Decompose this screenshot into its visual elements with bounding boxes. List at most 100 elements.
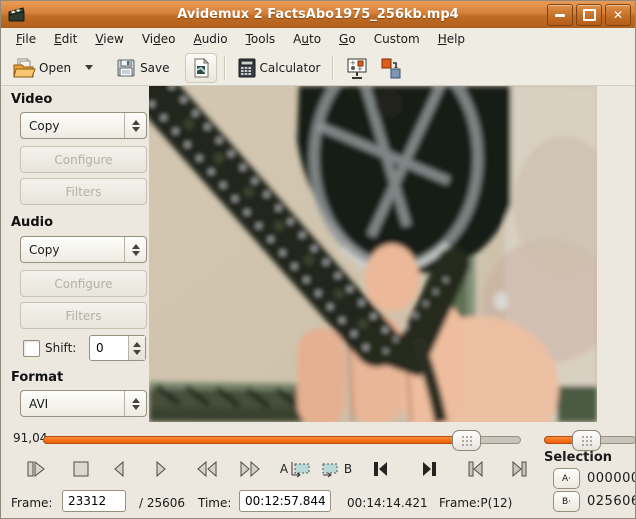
video-filters-label: Filters bbox=[66, 185, 102, 199]
save-button[interactable]: Save bbox=[110, 54, 174, 82]
joblist-button[interactable] bbox=[374, 53, 408, 83]
timeline-slider-handle[interactable] bbox=[452, 430, 481, 451]
frame-type-value: Frame:P(12) bbox=[439, 496, 512, 510]
video-configure-label: Configure bbox=[54, 153, 112, 167]
previous-keyframe-button[interactable] bbox=[460, 454, 492, 484]
spinner-arrows-icon bbox=[124, 113, 146, 138]
audio-filters-button[interactable]: Filters bbox=[20, 302, 147, 329]
file-information-button[interactable] bbox=[185, 53, 217, 83]
set-marker-b-button[interactable]: B bbox=[317, 454, 357, 484]
joblist-icon bbox=[379, 56, 403, 80]
time-label: Time: bbox=[198, 496, 231, 510]
video-frame-film-reel bbox=[149, 86, 597, 422]
spinner-arrows-icon bbox=[124, 237, 146, 262]
go-to-last-frame-button[interactable] bbox=[413, 454, 445, 484]
calculator-label: Calculator bbox=[260, 61, 321, 75]
open-folder-icon bbox=[12, 57, 36, 79]
fast-forward-button[interactable] bbox=[234, 454, 266, 484]
selection-a-glyph: A· bbox=[562, 474, 571, 484]
calculator-icon bbox=[237, 57, 257, 79]
preview-output-button[interactable]: + + bbox=[340, 53, 374, 83]
video-configure-button[interactable]: Configure bbox=[20, 146, 147, 173]
frame-total: / 25606 bbox=[139, 496, 185, 510]
save-floppy-icon bbox=[115, 57, 137, 79]
grip-dots-icon bbox=[581, 435, 592, 446]
fast-backward-button[interactable] bbox=[191, 454, 223, 484]
codec-panel: Video Copy Configure Filters Audio Copy … bbox=[1, 86, 149, 426]
next-keyframe-button[interactable] bbox=[503, 454, 535, 484]
preview-output-icon: + + bbox=[345, 56, 369, 80]
file-info-icon bbox=[191, 57, 211, 79]
time-input[interactable] bbox=[239, 490, 331, 512]
save-label: Save bbox=[140, 61, 169, 75]
audio-configure-button[interactable]: Configure bbox=[20, 270, 147, 297]
selection-b-glyph: B· bbox=[562, 497, 571, 507]
toolbar-separator bbox=[332, 56, 333, 80]
selection-b-value: 025606 bbox=[587, 494, 636, 509]
end-time-value: 00:14:14.421 bbox=[347, 496, 428, 510]
timeline-slider-fill bbox=[43, 436, 467, 444]
video-section-title: Video bbox=[11, 92, 52, 107]
spinner-arrows-icon bbox=[124, 391, 146, 416]
selection-set-a-button[interactable]: A· bbox=[553, 468, 580, 489]
format-select[interactable]: AVI bbox=[20, 390, 147, 417]
menu-bar: FileEditViewVideoAudioToolsAutoGoCustomH… bbox=[1, 28, 635, 50]
menu-custom[interactable]: Custom bbox=[365, 29, 429, 49]
dropdown-arrow-icon bbox=[85, 65, 93, 70]
selection-title: Selection bbox=[544, 450, 612, 465]
format-section-title: Format bbox=[11, 370, 63, 385]
video-codec-select[interactable]: Copy bbox=[20, 112, 147, 139]
video-codec-value: Copy bbox=[21, 119, 124, 133]
marker-b-letter: B bbox=[344, 462, 352, 476]
frame-number-input[interactable] bbox=[62, 490, 126, 512]
title-bar[interactable]: Avidemux 2 FactsAbo1975_256kb.mp4 ✕ bbox=[1, 1, 635, 28]
back-one-frame-icon bbox=[111, 460, 127, 478]
spinner-arrows-icon[interactable] bbox=[128, 336, 145, 360]
menu-view[interactable]: View bbox=[86, 29, 132, 49]
go-to-first-frame-button[interactable] bbox=[365, 454, 397, 484]
selection-set-b-button[interactable]: B· bbox=[553, 491, 580, 512]
audio-shift-spinbox[interactable] bbox=[89, 335, 146, 361]
audio-configure-label: Configure bbox=[54, 277, 112, 291]
menu-tools[interactable]: Tools bbox=[237, 29, 285, 49]
minimize-icon bbox=[555, 14, 565, 17]
video-filters-button[interactable]: Filters bbox=[20, 178, 147, 205]
stop-icon bbox=[71, 459, 91, 479]
selection-a-value: 000000 bbox=[587, 471, 636, 486]
calculator-button[interactable]: Calculator bbox=[232, 54, 326, 82]
previous-frame-button[interactable] bbox=[103, 454, 135, 484]
menu-file[interactable]: File bbox=[7, 29, 45, 49]
audio-shift-checkbox[interactable] bbox=[23, 340, 40, 357]
marker-a-icon bbox=[289, 459, 311, 479]
open-label: Open bbox=[39, 61, 71, 75]
close-icon: ✕ bbox=[613, 9, 623, 21]
minimize-button[interactable] bbox=[547, 4, 573, 26]
previous-keyframe-icon bbox=[466, 460, 486, 478]
audio-shift-input[interactable] bbox=[90, 336, 128, 360]
first-frame-icon bbox=[371, 460, 391, 478]
menu-audio[interactable]: Audio bbox=[184, 29, 236, 49]
maximize-button[interactable] bbox=[576, 4, 602, 26]
timeline-slider-track[interactable] bbox=[43, 436, 521, 444]
menu-video[interactable]: Video bbox=[133, 29, 185, 49]
close-button[interactable]: ✕ bbox=[605, 4, 631, 26]
audio-codec-select[interactable]: Copy bbox=[20, 236, 147, 263]
zoom-slider-handle[interactable] bbox=[572, 430, 601, 451]
menu-edit[interactable]: Edit bbox=[45, 29, 86, 49]
stop-button[interactable] bbox=[65, 454, 97, 484]
fast-backward-icon bbox=[195, 460, 219, 478]
set-marker-a-button[interactable]: A bbox=[275, 454, 315, 484]
open-button[interactable]: Open bbox=[7, 54, 76, 82]
video-preview bbox=[149, 86, 597, 422]
open-recent-dropdown[interactable] bbox=[76, 62, 102, 73]
audio-codec-value: Copy bbox=[21, 243, 124, 257]
maximize-icon bbox=[583, 9, 596, 21]
svg-text:+: + bbox=[350, 59, 356, 67]
menu-go[interactable]: Go bbox=[330, 29, 365, 49]
menu-auto[interactable]: Auto bbox=[284, 29, 330, 49]
forward-one-frame-icon bbox=[153, 460, 169, 478]
menu-help[interactable]: Help bbox=[429, 29, 474, 49]
play-button[interactable] bbox=[20, 454, 52, 484]
next-frame-button[interactable] bbox=[145, 454, 177, 484]
audio-section-title: Audio bbox=[11, 215, 53, 230]
